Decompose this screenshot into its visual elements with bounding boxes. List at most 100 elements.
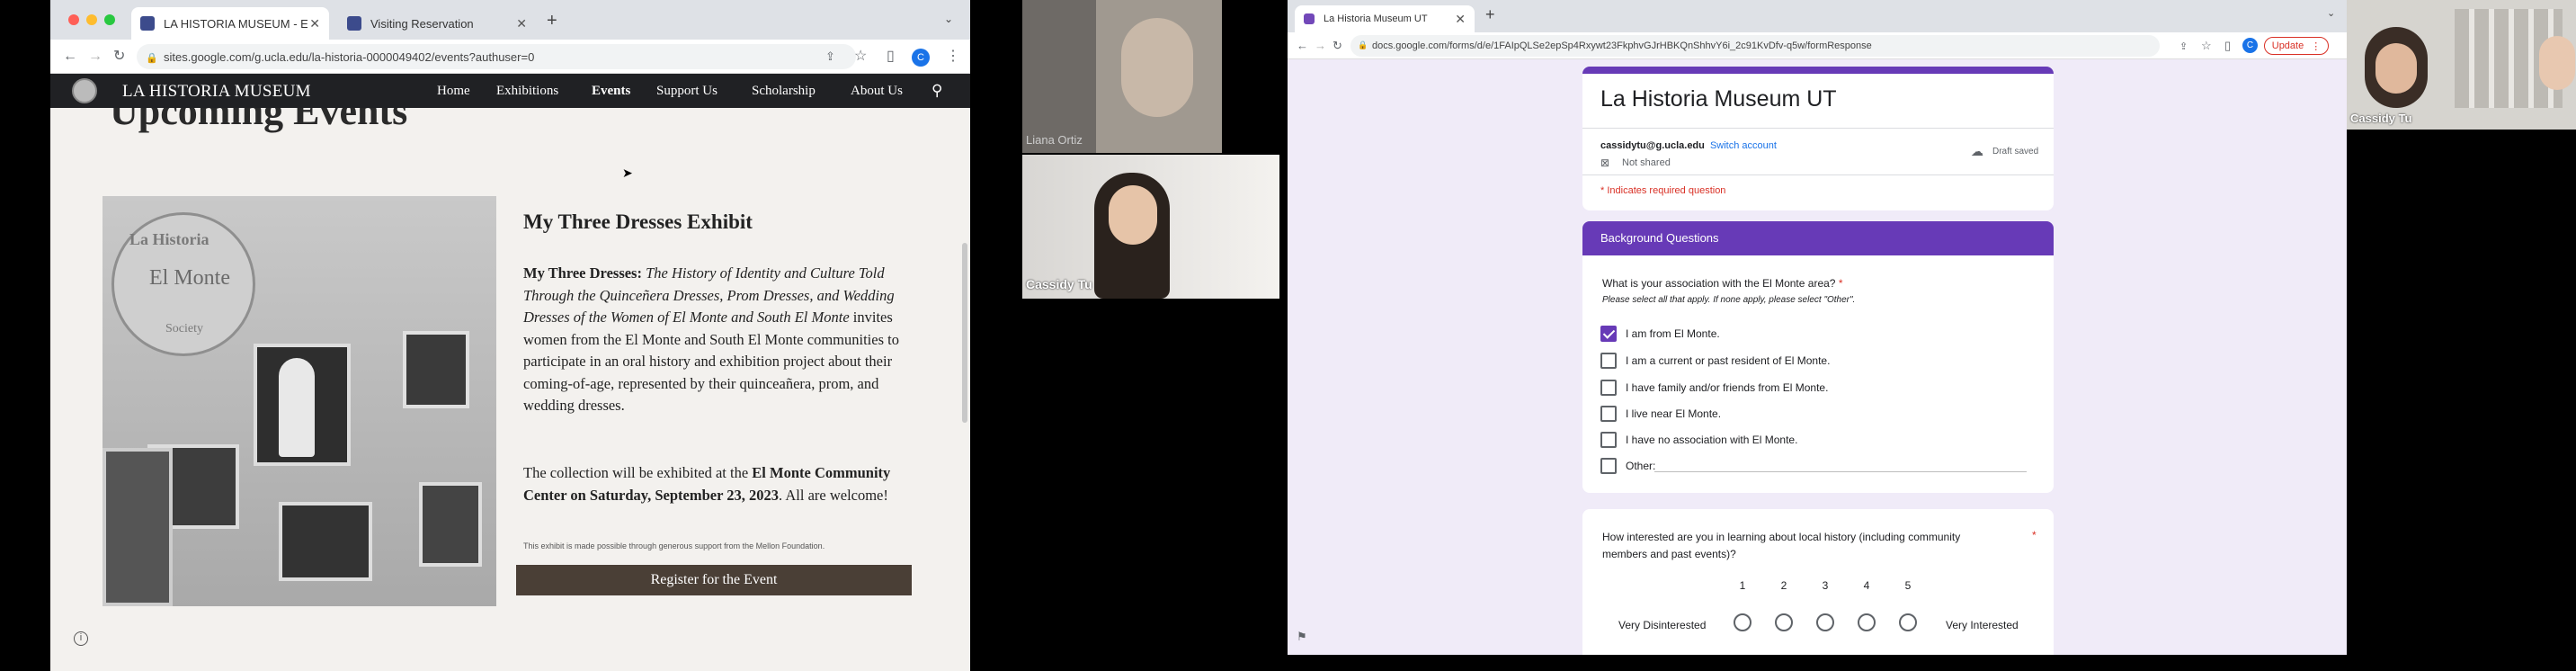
checkbox-resident[interactable] [1600, 353, 1617, 369]
url-field[interactable]: docs.google.com/forms/d/e/1FAIpQLSe2epSp… [1350, 35, 2160, 57]
share-icon[interactable]: ⇪ [825, 49, 835, 65]
checkbox-live-near[interactable] [1600, 406, 1617, 422]
scale-low-label: Very Disinterested [1618, 619, 1707, 631]
question-help: Please select all that apply. If none ap… [1602, 295, 1856, 305]
option-label: Other: [1626, 460, 1656, 472]
tab-forms[interactable]: La Historia Museum UT ✕ [1295, 5, 1475, 32]
menu-dots-icon[interactable]: ⋮ [946, 49, 960, 65]
radio-1[interactable] [1734, 613, 1752, 631]
tab-visiting-reservation[interactable]: Visiting Reservation ✕ [338, 7, 536, 40]
site-name[interactable]: LA HISTORIA MUSEUM [122, 82, 311, 102]
checkbox-no-association[interactable] [1600, 432, 1617, 448]
tab-bar: LA HISTORIA MUSEUM - Events ✕ Visiting R… [50, 0, 970, 40]
video-tile-cassidy-right: Cassidy Tu [2347, 0, 2576, 130]
sites-favicon-icon [140, 16, 155, 31]
register-button[interactable]: Register for the Event [516, 565, 912, 595]
nav-events[interactable]: Events [592, 84, 630, 99]
close-tab-icon[interactable]: ✕ [1455, 12, 1466, 27]
url-text: sites.google.com/g.ucla.edu/la-historia-… [164, 49, 535, 64]
nav-exhibitions[interactable]: Exhibitions [496, 84, 558, 99]
scale-high-label: Very Interested [1946, 619, 2019, 631]
option-label: I am from El Monte. [1626, 327, 1720, 340]
bookmark-star-icon[interactable]: ☆ [2201, 38, 2212, 54]
minimize-window-dot[interactable] [86, 14, 97, 25]
nav-support-us[interactable]: Support Us [656, 84, 718, 99]
other-text-input[interactable] [1654, 471, 2027, 472]
section-title: Background Questions [1600, 231, 1719, 245]
sidebar-icon[interactable]: ▯ [887, 49, 895, 65]
nav-about-us[interactable]: About Us [851, 84, 903, 99]
bookmark-star-icon[interactable]: ☆ [854, 49, 867, 65]
form-divider [1582, 128, 2054, 129]
draft-saved-text: Draft saved [1992, 147, 2039, 157]
logo-text-society: Society [165, 322, 203, 336]
address-bar-row: ← → ↻ docs.google.com/forms/d/e/1FAIpQLS… [1288, 32, 2347, 59]
video-tile-cassidy: Cassidy Tu [1022, 155, 1279, 299]
maximize-window-dot[interactable] [104, 14, 115, 25]
reload-icon[interactable]: ↻ [1333, 38, 1342, 54]
left-browser-window: LA HISTORIA MUSEUM - Events ✕ Visiting R… [50, 0, 970, 671]
location-post: . All are welcome! [779, 486, 888, 504]
scale-label-4: 4 [1863, 579, 1870, 592]
logo-text-el-monte: El Monte [149, 266, 230, 290]
checkbox-other[interactable] [1600, 458, 1617, 474]
radio-4[interactable] [1858, 613, 1876, 631]
url-field[interactable]: sites.google.com/g.ucla.edu/la-historia-… [137, 44, 856, 69]
exhibit-photo: La Historia El Monte Society [103, 196, 496, 606]
update-label: Update [2271, 40, 2304, 51]
profile-avatar[interactable]: C [912, 49, 930, 67]
switch-account-link[interactable]: Switch account [1710, 140, 1777, 151]
exhibit-description: My Three Dresses: The History of Identit… [523, 263, 919, 417]
account-email: cassidytu@g.ucla.edu Switch account [1600, 140, 1777, 151]
framed-photo [419, 482, 482, 567]
page-scrollbar[interactable] [962, 243, 967, 423]
site-logo-icon[interactable] [72, 78, 97, 103]
close-window-dot[interactable] [68, 14, 79, 25]
site-nav-bar: LA HISTORIA MUSEUM Home Exhibitions Even… [50, 74, 970, 108]
new-tab-icon[interactable]: + [547, 11, 557, 31]
question-text: How interested are you in learning about… [1602, 531, 1961, 560]
required-asterisk: * [1838, 277, 1843, 290]
tab-label: La Historia Museum UT [1324, 13, 1428, 24]
close-tab-icon[interactable]: ✕ [309, 16, 320, 31]
new-tab-icon[interactable]: + [1485, 5, 1495, 24]
share-icon[interactable]: ⇪ [2179, 39, 2188, 55]
funding-note: This exhibit is made possible through ge… [523, 541, 825, 550]
nav-home[interactable]: Home [437, 84, 470, 99]
forms-favicon-icon [1304, 13, 1315, 24]
checkbox-from-el-monte[interactable] [1600, 326, 1617, 342]
tab-events[interactable]: LA HISTORIA MUSEUM - Events ✕ [131, 7, 329, 40]
form-divider [1582, 174, 2054, 175]
forward-arrow-icon[interactable]: → [88, 49, 103, 65]
participant-name: Cassidy Tu [2350, 112, 2412, 125]
close-tab-icon[interactable]: ✕ [516, 16, 527, 31]
radio-2[interactable] [1775, 613, 1793, 631]
tab-label: LA HISTORIA MUSEUM - Events [164, 16, 308, 31]
participant-name: Liana Ortiz [1026, 133, 1083, 147]
logo-text-la-historia: La Historia [129, 230, 209, 248]
radio-3[interactable] [1816, 613, 1834, 631]
profile-avatar[interactable]: C [2242, 38, 2258, 53]
tab-list-chevron-icon[interactable]: ⌄ [944, 13, 953, 25]
tab-list-chevron-icon[interactable]: ⌄ [2327, 7, 2335, 19]
nav-scholarship[interactable]: Scholarship [752, 84, 816, 99]
scale-label-2: 2 [1780, 579, 1787, 592]
participant-face [2539, 36, 2575, 90]
required-asterisk: * [2032, 529, 2037, 541]
framed-photo [103, 448, 173, 606]
report-icon[interactable]: ⚑ [1297, 630, 1307, 644]
scale-label-1: 1 [1739, 579, 1746, 592]
checkbox-family-friends[interactable] [1600, 380, 1617, 396]
search-icon[interactable]: ⚲ [931, 82, 942, 100]
back-arrow-icon[interactable]: ← [1297, 38, 1308, 54]
menu-dots-icon: ⋮ [2311, 40, 2322, 52]
register-button-label: Register for the Event [650, 572, 778, 587]
radio-5[interactable] [1899, 613, 1917, 631]
back-arrow-icon[interactable]: ← [63, 49, 77, 65]
reload-icon[interactable]: ↻ [113, 49, 125, 65]
update-button[interactable]: Update ⋮ [2264, 37, 2329, 55]
forward-arrow-icon[interactable]: → [1315, 38, 1326, 54]
form-title: La Historia Museum UT [1600, 86, 1837, 112]
info-icon[interactable]: i [74, 631, 88, 646]
sidebar-icon[interactable]: ▯ [2224, 38, 2231, 54]
